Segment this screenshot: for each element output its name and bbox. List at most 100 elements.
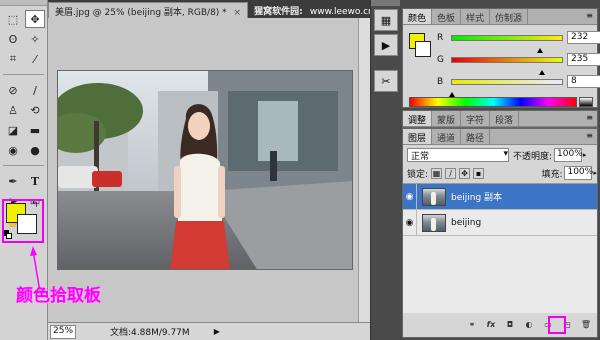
history-panel-icon[interactable]: ▦ xyxy=(374,9,398,31)
panel-menu-icon[interactable]: ≡ xyxy=(582,111,597,126)
lasso-icon[interactable]: ʘ xyxy=(3,30,23,48)
fill-input[interactable]: 100% xyxy=(564,166,593,180)
slider-track-g[interactable] xyxy=(451,56,563,63)
annotation-color-picker: 颜色拾取板 xyxy=(16,286,101,306)
blend-mode-select[interactable]: 正常 ▾ xyxy=(407,148,509,162)
lock-row: 锁定: ▦ ∕ ✥ ▪ 填充: 100% ▸ xyxy=(407,165,597,181)
tab-swatches[interactable]: 色板 xyxy=(432,9,462,24)
new-layer-highlight xyxy=(548,316,566,334)
lock-label: 锁定: xyxy=(407,169,429,180)
label-g: G xyxy=(437,54,444,65)
layers-footer: ⚭ fx ◘ ◐ ▭ ◳ 🗑 xyxy=(403,313,597,335)
pen-icon[interactable]: ✒ xyxy=(3,172,23,190)
tab-paths[interactable]: 路径 xyxy=(461,129,491,144)
tab-color[interactable]: 颜色 xyxy=(403,9,433,24)
tab-adjustments[interactable]: 调整 xyxy=(403,111,433,126)
input-b[interactable]: 8 xyxy=(567,75,600,88)
color-picker-highlight xyxy=(2,199,44,243)
lock-position-icon[interactable]: ✥ xyxy=(459,167,471,179)
layer-style-icon[interactable]: fx xyxy=(484,317,498,331)
slider-track-r[interactable] xyxy=(451,34,563,41)
eye-icon[interactable]: ◉ xyxy=(403,183,417,210)
status-menu-icon[interactable]: ▶ xyxy=(214,327,220,336)
actions-panel-icon[interactable]: ▶ xyxy=(374,34,398,56)
panel-background-swatch[interactable] xyxy=(415,41,431,57)
marquee-icon[interactable]: ⬚ xyxy=(3,10,23,28)
zoom-field[interactable]: 25% xyxy=(50,324,76,339)
collapsed-panel-strip: ▦ ▶ ✂ xyxy=(370,0,400,340)
slider-r: R 232 xyxy=(437,31,600,44)
tool-presets-icon[interactable]: ✂ xyxy=(374,70,398,92)
tool-grid: ⬚ ✥ ʘ ✧ ⌗ ⁄ xyxy=(0,6,47,72)
healing-brush-icon[interactable]: ⊘ xyxy=(3,81,23,99)
brush-icon[interactable]: ∕ xyxy=(25,81,45,99)
layer-mask-icon[interactable]: ◘ xyxy=(503,317,517,331)
layer-list: ◉ beijing 副本 ◉ beijing xyxy=(403,183,597,313)
tab-paragraph[interactable]: 段落 xyxy=(490,111,520,126)
adjustments-panel: 调整 蒙版 字符 段落 ≡ xyxy=(402,110,598,128)
move-icon[interactable]: ✥ xyxy=(25,10,45,28)
close-tab-icon[interactable]: × xyxy=(234,8,242,18)
tab-styles[interactable]: 样式 xyxy=(461,9,491,24)
tab-inactive-document[interactable]: 猩窝软件园: www.leewo.cn xyxy=(248,2,380,18)
lock-all-icon[interactable]: ▪ xyxy=(473,167,485,179)
eyedropper-icon[interactable]: ⁄ xyxy=(25,50,45,68)
magic-wand-icon[interactable]: ✧ xyxy=(25,30,45,48)
layers-panel-tabs: 图层 通道 路径 ≡ xyxy=(403,129,597,145)
tool-divider xyxy=(3,74,44,75)
fill-label: 填充: xyxy=(541,169,563,180)
layer-name: beijing xyxy=(451,217,482,228)
link-layers-icon[interactable]: ⚭ xyxy=(465,317,479,331)
tab-masks[interactable]: 蒙版 xyxy=(432,111,462,126)
clone-stamp-icon[interactable]: ♙ xyxy=(3,101,23,119)
street-photo xyxy=(58,71,352,269)
eye-icon[interactable]: ◉ xyxy=(403,209,417,236)
tab-title-inactive: 猩窝软件园: xyxy=(254,7,303,17)
label-r: R xyxy=(437,32,444,43)
document-info: 文档:4.88M/9.77M xyxy=(110,328,190,338)
status-bar: 25% 文档:4.88M/9.77M ▶ xyxy=(48,322,370,340)
panel-menu-icon[interactable]: ≡ xyxy=(582,9,597,24)
canvas-area[interactable] xyxy=(48,18,370,323)
site-url: www.leewo.cn xyxy=(309,7,374,17)
dodge-icon[interactable]: ● xyxy=(25,141,45,159)
spectrum-black-white[interactable] xyxy=(579,97,593,107)
slider-track-b[interactable] xyxy=(451,78,563,85)
strip-grip[interactable] xyxy=(371,0,400,6)
label-b: B xyxy=(437,76,444,87)
vertical-scrollbar[interactable] xyxy=(358,18,370,322)
lock-pixels-icon[interactable]: ∕ xyxy=(445,167,457,179)
adjustments-panel-tabs: 调整 蒙版 字符 段落 ≡ xyxy=(403,111,597,127)
history-brush-icon[interactable]: ⟲ xyxy=(25,101,45,119)
lock-transparent-icon[interactable]: ▦ xyxy=(431,167,443,179)
delete-layer-icon[interactable]: 🗑 xyxy=(579,317,593,331)
blur-icon[interactable]: ◉ xyxy=(3,141,23,159)
gradient-icon[interactable]: ▬ xyxy=(25,121,45,139)
crop-icon[interactable]: ⌗ xyxy=(3,50,23,68)
opacity-label: 不透明度: xyxy=(513,151,553,162)
tool-divider xyxy=(3,165,44,166)
layer-thumbnail xyxy=(422,213,446,232)
opacity-input[interactable]: 100% xyxy=(554,148,583,162)
document-tabs: 美眉.jpg @ 25% (beijing 副本, RGB/8) * × 猩窝软… xyxy=(48,0,374,18)
slider-g: G 235 xyxy=(437,53,600,66)
eraser-icon[interactable]: ◪ xyxy=(3,121,23,139)
tab-layers[interactable]: 图层 xyxy=(403,129,433,144)
tab-active-document[interactable]: 美眉.jpg @ 25% (beijing 副本, RGB/8) * × xyxy=(48,2,249,18)
tab-channels[interactable]: 通道 xyxy=(432,129,462,144)
blend-row: 正常 ▾ 不透明度: 100% ▸ xyxy=(407,147,597,163)
adjustment-layer-icon[interactable]: ◐ xyxy=(522,317,536,331)
input-g[interactable]: 235 xyxy=(567,53,600,66)
layer-row[interactable]: ◉ beijing xyxy=(403,209,597,236)
color-spectrum[interactable] xyxy=(409,97,577,107)
opacity-dropdown-icon[interactable]: ▸ xyxy=(583,151,587,159)
layer-name: beijing 副本 xyxy=(451,193,503,203)
input-r[interactable]: 232 xyxy=(567,31,600,44)
layer-row[interactable]: ◉ beijing 副本 xyxy=(403,183,597,210)
panel-menu-icon[interactable]: ≡ xyxy=(582,129,597,144)
fill-dropdown-icon[interactable]: ▸ xyxy=(593,169,597,177)
tab-clone-source[interactable]: 仿制源 xyxy=(490,9,529,24)
layers-panel: 图层 通道 路径 ≡ 正常 ▾ 不透明度: 100% ▸ 锁定: ▦ ∕ ✥ ▪… xyxy=(402,128,598,338)
type-icon[interactable]: T xyxy=(25,172,45,190)
tab-character[interactable]: 字符 xyxy=(461,111,491,126)
